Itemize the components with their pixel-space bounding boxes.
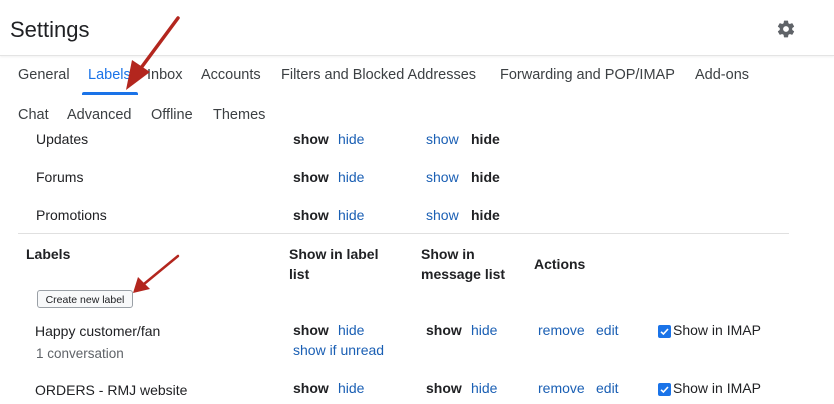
label-name: Happy customer/fan: [35, 323, 161, 339]
label-list-show-if-unread-link[interactable]: show if unread: [293, 342, 384, 358]
category-msg-hide: hide: [471, 169, 500, 185]
col-header-actions: Actions: [534, 256, 586, 272]
category-hide-link[interactable]: hide: [338, 131, 364, 147]
show-in-imap-label: Show in IMAP: [673, 322, 761, 338]
labels-heading: Labels: [26, 246, 71, 262]
category-name-promotions: Promotions: [36, 207, 107, 223]
category-hide-link[interactable]: hide: [338, 207, 364, 223]
category-msg-show-link[interactable]: show: [426, 169, 459, 185]
label-name: ORDERS - RMJ website: [35, 382, 188, 398]
show-in-imap-checkbox[interactable]: [658, 325, 671, 338]
tab-accounts[interactable]: Accounts: [201, 67, 261, 83]
category-show: show: [293, 131, 329, 147]
col-header-message-list: Show in message list: [421, 246, 506, 282]
message-list-show: show: [426, 380, 462, 396]
tab-advanced[interactable]: Advanced: [67, 107, 132, 123]
category-msg-show-link[interactable]: show: [426, 131, 459, 147]
tab-addons[interactable]: Add-ons: [695, 67, 749, 83]
tab-filters[interactable]: Filters and Blocked Addresses: [281, 67, 476, 83]
page-title: Settings: [10, 17, 90, 42]
category-name-forums: Forums: [36, 169, 84, 185]
category-show: show: [293, 169, 329, 185]
label-list-show: show: [293, 322, 329, 338]
tab-offline[interactable]: Offline: [151, 107, 193, 123]
gear-icon[interactable]: [776, 19, 796, 39]
tab-forwarding[interactable]: Forwarding and POP/IMAP: [500, 67, 675, 83]
col-header-label-list: Show in label list: [289, 246, 379, 282]
category-name-updates: Updates: [36, 131, 89, 147]
remove-label-link[interactable]: remove: [538, 322, 585, 338]
message-list-hide-link[interactable]: hide: [471, 380, 497, 396]
show-in-imap-label: Show in IMAP: [673, 380, 761, 396]
label-list-hide-link[interactable]: hide: [338, 322, 364, 338]
section-divider: [18, 233, 789, 234]
tab-themes[interactable]: Themes: [213, 107, 265, 123]
tab-chat[interactable]: Chat: [18, 107, 49, 123]
annotation-arrow-icon: [133, 254, 180, 293]
category-hide-link[interactable]: hide: [338, 169, 364, 185]
category-msg-show-link[interactable]: show: [426, 207, 459, 223]
checkmark-icon: [660, 328, 669, 336]
category-msg-hide: hide: [471, 131, 500, 147]
category-show: show: [293, 207, 329, 223]
remove-label-link[interactable]: remove: [538, 380, 585, 396]
tab-general[interactable]: General: [18, 67, 70, 83]
message-list-show: show: [426, 322, 462, 338]
edit-label-link[interactable]: edit: [596, 380, 619, 396]
category-msg-hide: hide: [471, 207, 500, 223]
edit-label-link[interactable]: edit: [596, 322, 619, 338]
label-conversation-count: 1 conversation: [36, 346, 124, 361]
message-list-hide-link[interactable]: hide: [471, 322, 497, 338]
label-list-hide-link[interactable]: hide: [338, 380, 364, 396]
label-list-show: show: [293, 380, 329, 396]
annotation-arrow-icon: [126, 16, 180, 90]
create-new-label-button[interactable]: Create new label: [37, 290, 133, 308]
checkmark-icon: [660, 386, 669, 394]
show-in-imap-checkbox[interactable]: [658, 383, 671, 396]
